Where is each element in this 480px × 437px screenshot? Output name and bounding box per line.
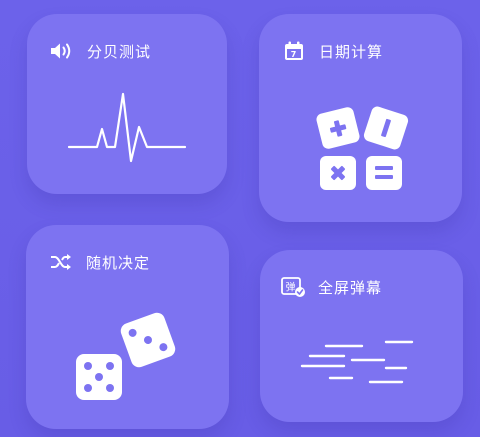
decibel-test-card[interactable]: 分贝测试 (27, 14, 227, 194)
danmaku-icon-char: 弹 (286, 281, 297, 294)
decibel-test-header: 分贝测试 (49, 40, 151, 62)
fullscreen-danmaku-header: 弹 全屏弹幕 (280, 276, 382, 298)
decibel-test-title: 分贝测试 (87, 42, 152, 61)
random-decide-card[interactable]: 随机决定 (26, 225, 229, 429)
calendar-date-text: 7 (291, 50, 298, 59)
danmaku-icon: 弹 (280, 276, 306, 298)
waveform-illustration (67, 92, 187, 163)
tool-grid: 分贝测试 7 日期计算 随机决定 弹 全屏弹幕 (0, 0, 480, 437)
date-calc-header: 7 日期计算 (281, 40, 383, 62)
shuffle-icon (48, 251, 74, 273)
fullscreen-danmaku-card[interactable]: 弹 全屏弹幕 (260, 250, 463, 422)
date-calc-card[interactable]: 7 日期计算 (259, 14, 462, 222)
calendar-icon: 7 (281, 40, 307, 62)
fullscreen-danmaku-title: 全屏弹幕 (318, 278, 383, 297)
random-decide-header: 随机决定 (48, 251, 150, 273)
speaker-icon (49, 40, 75, 62)
date-calc-title: 日期计算 (319, 42, 384, 61)
danmaku-lines-illustration (300, 340, 414, 384)
dice-illustration (76, 312, 176, 400)
random-decide-title: 随机决定 (86, 253, 151, 272)
calculator-keys-illustration (316, 106, 409, 190)
